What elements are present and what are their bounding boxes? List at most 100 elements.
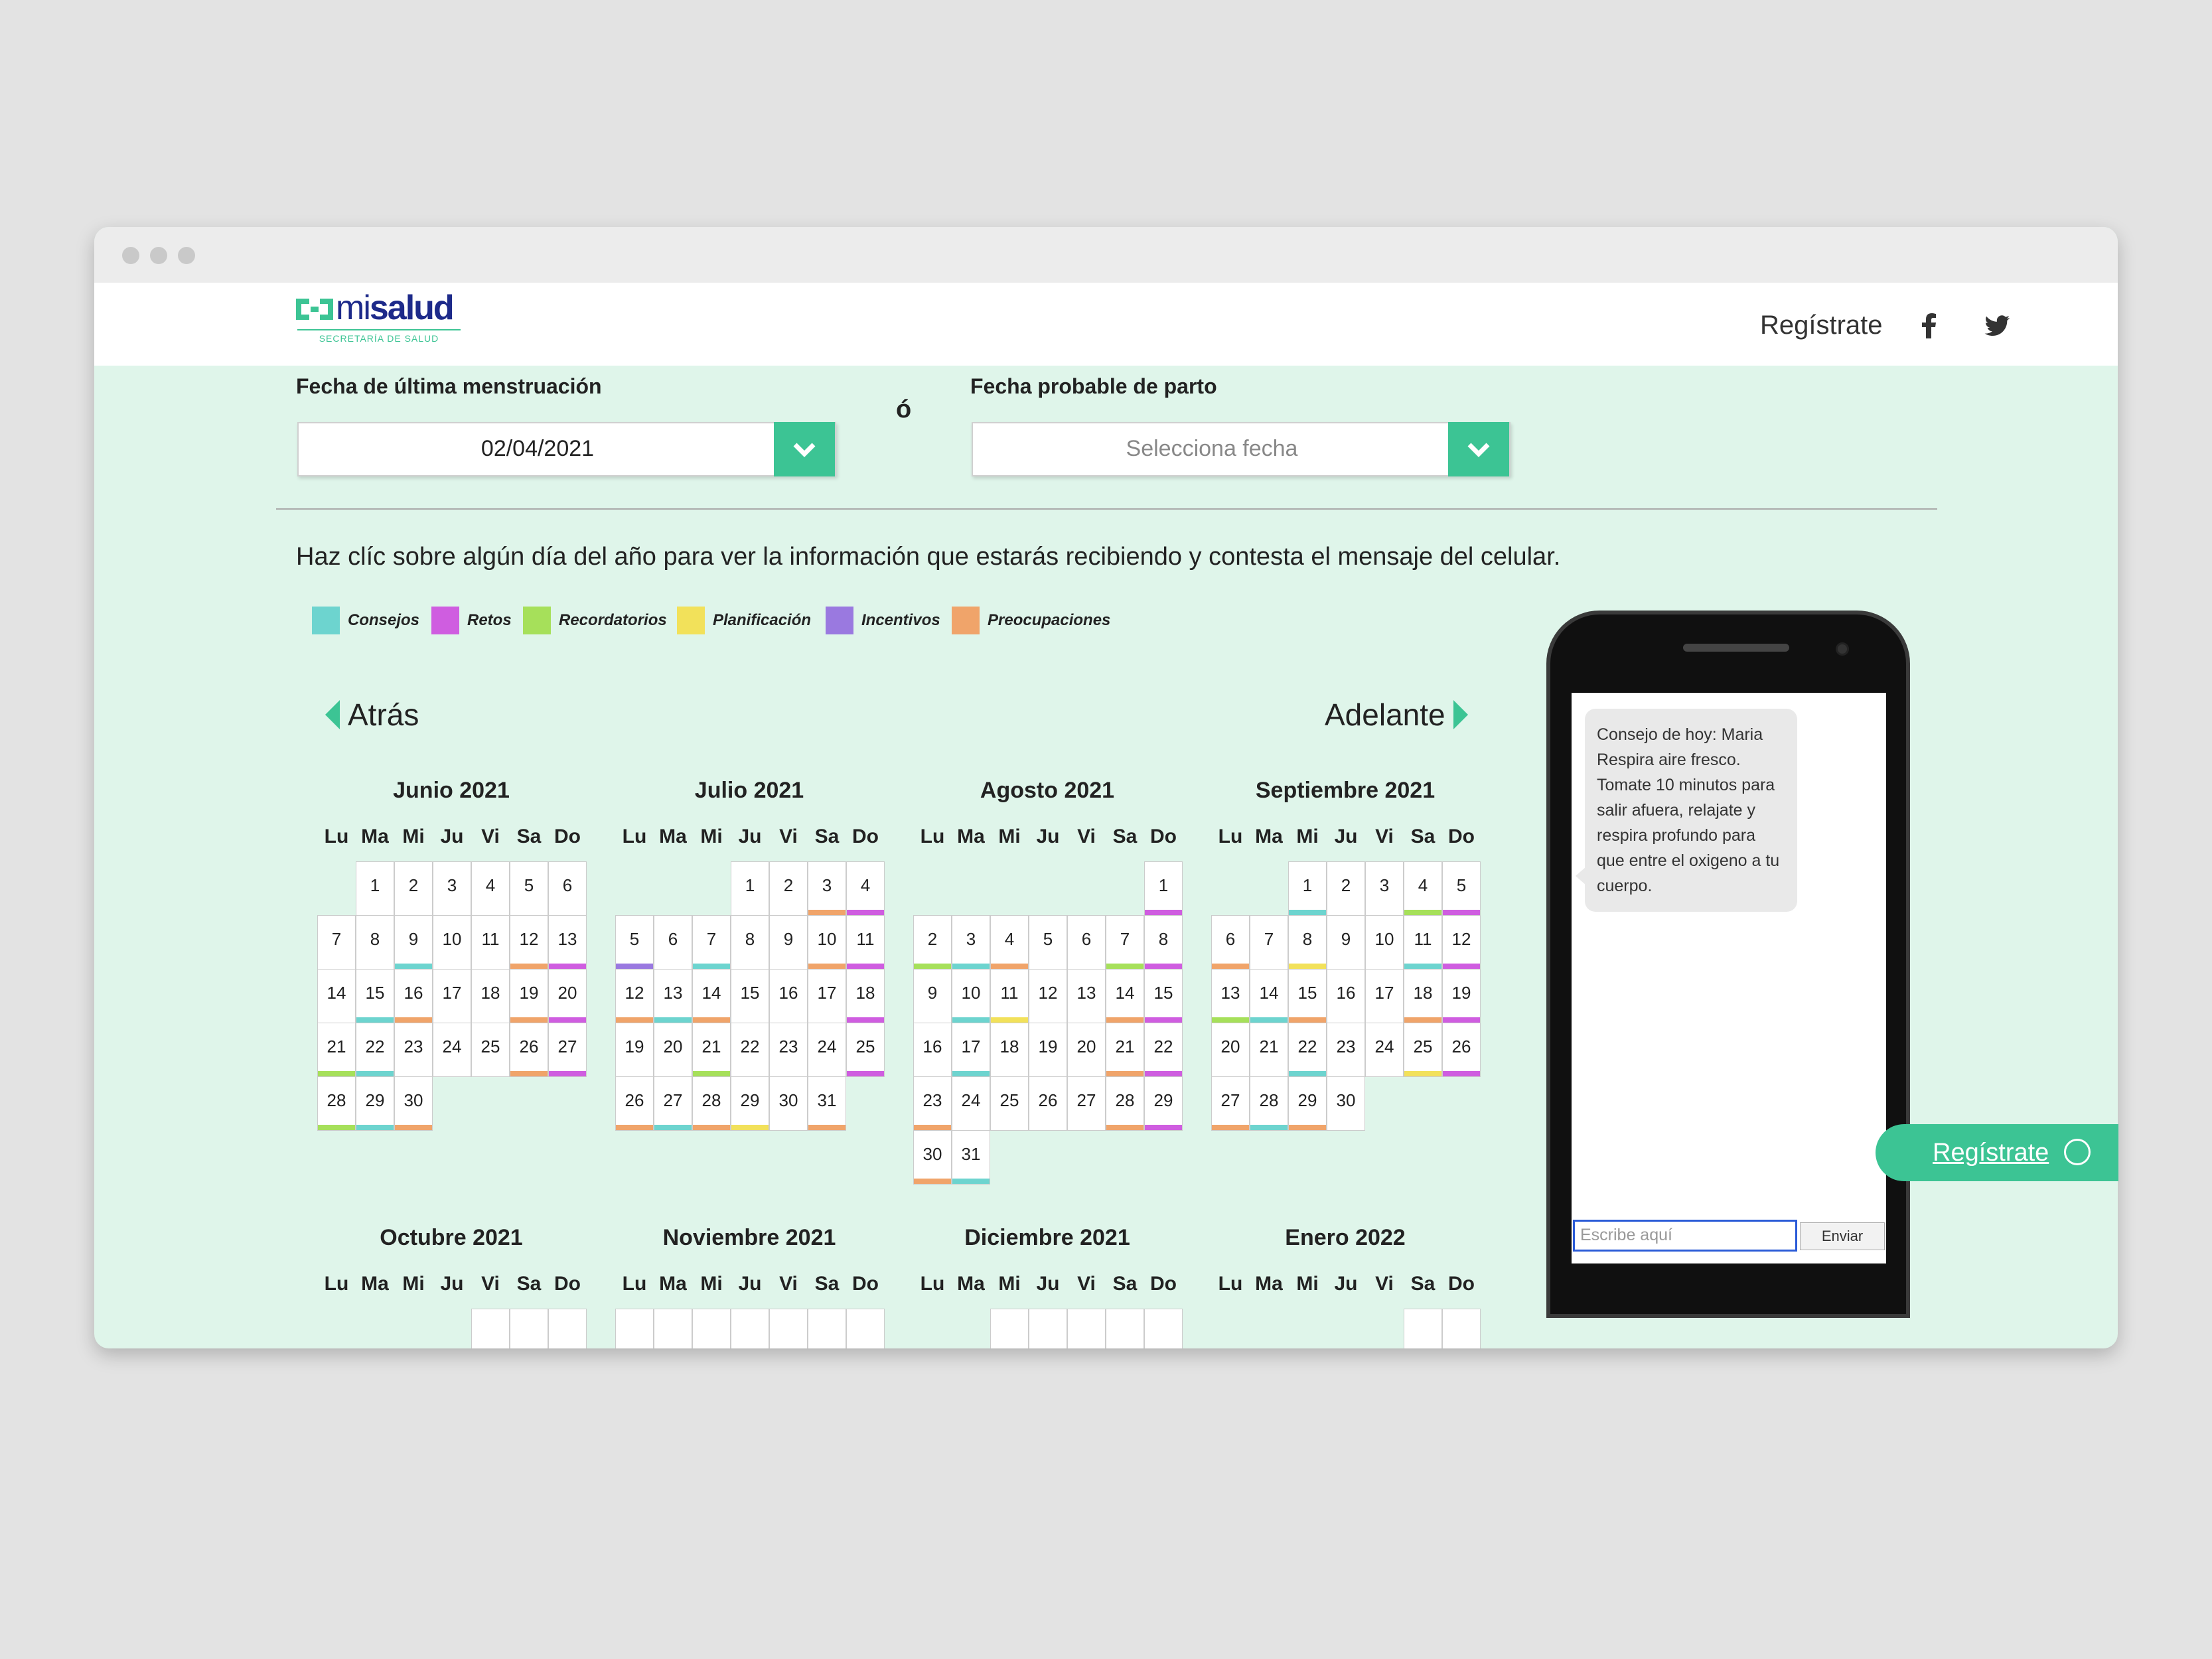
calendar-day[interactable]: 21 [692,1023,731,1077]
calendar-day[interactable]: 12 [1029,969,1067,1023]
calendar-day[interactable]: 19 [1029,1023,1067,1077]
calendar-day[interactable] [769,1309,808,1348]
calendar-day[interactable] [1029,1309,1067,1348]
calendar-day[interactable]: 23 [394,1023,433,1077]
calendar-day[interactable]: 13 [1211,969,1250,1023]
calendar-day[interactable] [1404,1309,1442,1348]
calendar-day[interactable]: 5 [615,915,654,970]
calendar-day[interactable]: 7 [1250,915,1288,970]
calendar-day[interactable]: 21 [1106,1023,1144,1077]
calendar-day[interactable]: 2 [769,861,808,916]
lmp-date-field[interactable]: 02/04/2021 [297,422,836,476]
calendar-day[interactable]: 16 [1327,969,1365,1023]
calendar-day[interactable]: 4 [846,861,885,916]
calendar-day[interactable]: 11 [1404,915,1442,970]
calendar-day[interactable]: 31 [952,1130,990,1185]
calendar-day[interactable]: 20 [548,969,587,1023]
calendar-day[interactable]: 21 [1250,1023,1288,1077]
calendar-day[interactable]: 14 [692,969,731,1023]
calendar-day[interactable] [1442,1309,1481,1348]
calendar-day[interactable]: 15 [731,969,769,1023]
calendar-day[interactable]: 22 [356,1023,394,1077]
lmp-dropdown-button[interactable] [774,422,835,476]
calendar-day[interactable]: 22 [731,1023,769,1077]
calendar-day[interactable]: 24 [808,1023,846,1077]
calendar-day[interactable]: 30 [769,1076,808,1131]
calendar-day[interactable]: 20 [1067,1023,1106,1077]
calendar-day[interactable]: 23 [769,1023,808,1077]
calendar-day[interactable]: 10 [1365,915,1404,970]
calendar-day[interactable]: 3 [952,915,990,970]
calendar-day[interactable]: 12 [1442,915,1481,970]
forward-button[interactable]: Adelante [1325,697,1468,733]
calendar-day[interactable]: 30 [1327,1076,1365,1131]
calendar-day[interactable]: 28 [1250,1076,1288,1131]
calendar-day[interactable]: 20 [654,1023,692,1077]
calendar-day[interactable] [615,1309,654,1348]
calendar-day[interactable]: 4 [471,861,510,916]
calendar-day[interactable]: 18 [471,969,510,1023]
facebook-icon[interactable] [1915,312,1943,340]
calendar-day[interactable] [1144,1309,1183,1348]
calendar-day[interactable]: 16 [913,1023,952,1077]
calendar-day[interactable]: 6 [1067,915,1106,970]
calendar-day[interactable]: 18 [846,969,885,1023]
calendar-day[interactable]: 3 [1365,861,1404,916]
calendar-day[interactable]: 2 [394,861,433,916]
misalud-logo[interactable]: misalud SECRETARÍA DE SALUD [296,289,463,344]
calendar-day[interactable]: 11 [471,915,510,970]
window-dot-minimize[interactable] [150,247,167,264]
calendar-day[interactable]: 8 [731,915,769,970]
calendar-day[interactable]: 29 [731,1076,769,1131]
calendar-day[interactable]: 2 [1327,861,1365,916]
calendar-day[interactable]: 30 [913,1130,952,1185]
due-date-field[interactable]: Selecciona fecha [972,422,1511,476]
calendar-day[interactable]: 15 [1288,969,1327,1023]
calendar-day[interactable] [808,1309,846,1348]
calendar-day[interactable]: 13 [654,969,692,1023]
calendar-day[interactable]: 8 [1144,915,1183,970]
calendar-day[interactable]: 13 [548,915,587,970]
calendar-day[interactable]: 21 [317,1023,356,1077]
calendar-day[interactable]: 23 [1327,1023,1365,1077]
twitter-icon[interactable] [1983,312,2011,340]
calendar-day[interactable]: 7 [317,915,356,970]
calendar-day[interactable]: 17 [433,969,471,1023]
calendar-day[interactable]: 18 [990,1023,1029,1077]
calendar-day[interactable]: 29 [1288,1076,1327,1131]
calendar-day[interactable]: 17 [1365,969,1404,1023]
calendar-day[interactable]: 8 [356,915,394,970]
calendar-day[interactable]: 1 [1288,861,1327,916]
calendar-day[interactable]: 1 [1144,861,1183,916]
calendar-day[interactable] [510,1309,548,1348]
calendar-day[interactable]: 22 [1288,1023,1327,1077]
calendar-day[interactable]: 5 [1442,861,1481,916]
calendar-day[interactable]: 15 [1144,969,1183,1023]
calendar-day[interactable]: 14 [1250,969,1288,1023]
calendar-day[interactable]: 17 [808,969,846,1023]
calendar-day[interactable]: 24 [1365,1023,1404,1077]
calendar-day[interactable]: 6 [548,861,587,916]
calendar-day[interactable]: 2 [913,915,952,970]
calendar-day[interactable] [1067,1309,1106,1348]
calendar-day[interactable]: 16 [394,969,433,1023]
due-date-dropdown-button[interactable] [1448,422,1509,476]
calendar-day[interactable]: 7 [692,915,731,970]
calendar-day[interactable]: 3 [433,861,471,916]
calendar-day[interactable]: 18 [1404,969,1442,1023]
calendar-day[interactable] [731,1309,769,1348]
calendar-day[interactable]: 14 [1106,969,1144,1023]
calendar-day[interactable]: 11 [990,969,1029,1023]
calendar-day[interactable]: 29 [1144,1076,1183,1131]
calendar-day[interactable]: 20 [1211,1023,1250,1077]
calendar-day[interactable]: 24 [433,1023,471,1077]
calendar-day[interactable]: 9 [1327,915,1365,970]
calendar-day[interactable]: 22 [1144,1023,1183,1077]
calendar-day[interactable]: 15 [356,969,394,1023]
floating-register-button[interactable]: Regístrate [1876,1124,2118,1181]
calendar-day[interactable]: 12 [615,969,654,1023]
calendar-day[interactable]: 19 [510,969,548,1023]
calendar-day[interactable]: 26 [615,1076,654,1131]
calendar-day[interactable]: 14 [317,969,356,1023]
window-dot-close[interactable] [122,247,139,264]
